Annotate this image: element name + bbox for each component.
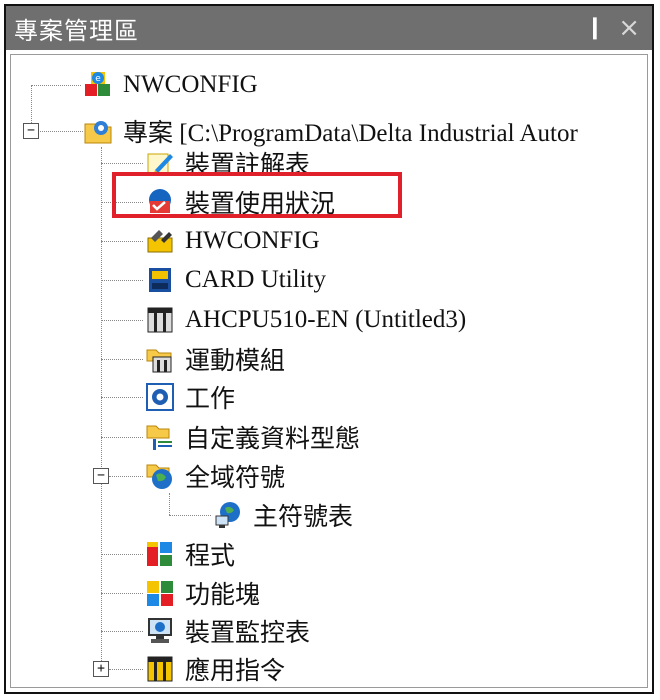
tree-item-label: 應用指令 <box>185 658 286 685</box>
tree-connector <box>101 554 143 555</box>
network-config-icon: e <box>83 70 113 100</box>
tree-connector <box>109 476 143 477</box>
monitor-table-icon <box>145 616 175 646</box>
tree-item-label: 主符號表 <box>253 504 354 531</box>
tree-item-global-symbols[interactable]: 全域符號 <box>145 457 285 495</box>
tree-connector <box>169 515 211 516</box>
tree-connector <box>169 493 170 515</box>
tree-item-main-symbol-table[interactable]: 主符號表 <box>213 496 353 534</box>
tree-item-program[interactable]: 程式 <box>145 535 235 573</box>
tree-connector <box>101 147 102 669</box>
data-type-folder-icon <box>145 422 175 452</box>
panel-titlebar: 專案管理區 ❙ × <box>6 6 652 50</box>
tree-connector <box>101 320 143 321</box>
tree-item-label: 自定義資料型態 <box>185 426 361 453</box>
program-icon <box>145 539 175 569</box>
svg-text:e: e <box>95 74 101 84</box>
tree-item-label: 裝置監控表 <box>185 620 311 647</box>
tree-item-label: HWCONFIG <box>185 227 320 254</box>
tree-item-user-data-type[interactable]: 自定義資料型態 <box>145 418 360 456</box>
tree-connector <box>101 437 143 438</box>
app-instruction-icon <box>145 654 175 684</box>
tree-item-label: NWCONFIG <box>123 71 258 98</box>
tree-connector <box>31 85 81 86</box>
tree-connector <box>37 131 83 132</box>
tree-item-label: AHCPU510-EN (Untitled3) <box>185 306 467 333</box>
global-symbols-icon <box>145 461 175 491</box>
tree-connector <box>101 163 143 164</box>
tree-item-label: 全域符號 <box>185 465 286 492</box>
tree-item-label: 功能塊 <box>185 582 261 609</box>
global-symbols-collapse-toggle[interactable]: − <box>93 468 109 484</box>
tree-item-card-utility[interactable]: CARD Utility <box>145 261 326 299</box>
plc-cpu-icon <box>145 305 175 335</box>
symbol-table-icon <box>213 500 243 530</box>
tree-item-cpu[interactable]: AHCPU510-EN (Untitled3) <box>145 301 466 339</box>
tree-item-app-instruction[interactable]: 應用指令 <box>145 650 286 687</box>
tree-item-function-block[interactable]: 功能塊 <box>145 574 260 612</box>
tree-item-nwconfig[interactable]: e NWCONFIG <box>83 66 258 104</box>
tree-connector <box>101 280 143 281</box>
project-manager-panel: 專案管理區 ❙ × − − + e NWCONFIG 專案 [C:\Progra… <box>4 4 654 694</box>
motion-module-folder-icon <box>145 344 175 374</box>
tree-connector <box>101 241 143 242</box>
tree-connector <box>109 669 143 670</box>
tree-connector <box>101 397 143 398</box>
close-icon[interactable]: × <box>618 13 640 43</box>
tree-connector <box>101 593 143 594</box>
hwconfig-highlight-box <box>112 172 402 218</box>
tree-item-device-monitor[interactable]: 裝置監控表 <box>145 612 310 650</box>
app-instruction-expand-toggle[interactable]: + <box>93 661 109 677</box>
tree-item-motion[interactable]: 運動模組 <box>145 340 285 378</box>
panel-title: 專案管理區 <box>14 16 139 45</box>
tree-item-label: 工作 <box>185 386 236 413</box>
project-folder-icon <box>83 116 113 146</box>
project-tree: − − + e NWCONFIG 專案 [C:\ProgramData\Delt… <box>10 54 648 688</box>
project-collapse-toggle[interactable]: − <box>23 123 39 139</box>
tree-item-label: 運動模組 <box>185 348 286 375</box>
function-block-icon <box>145 578 175 608</box>
tree-item-task[interactable]: 工作 <box>145 378 235 416</box>
hardware-config-icon <box>145 226 175 256</box>
memory-card-icon <box>145 265 175 295</box>
tree-item-label: CARD Utility <box>185 266 326 293</box>
task-gear-icon <box>145 382 175 412</box>
tree-connector <box>101 631 143 632</box>
tree-connector <box>101 359 143 360</box>
tree-item-label: 程式 <box>185 543 236 570</box>
tree-item-hwconfig[interactable]: HWCONFIG <box>145 222 320 260</box>
pin-icon[interactable]: ❙ <box>586 15 604 40</box>
